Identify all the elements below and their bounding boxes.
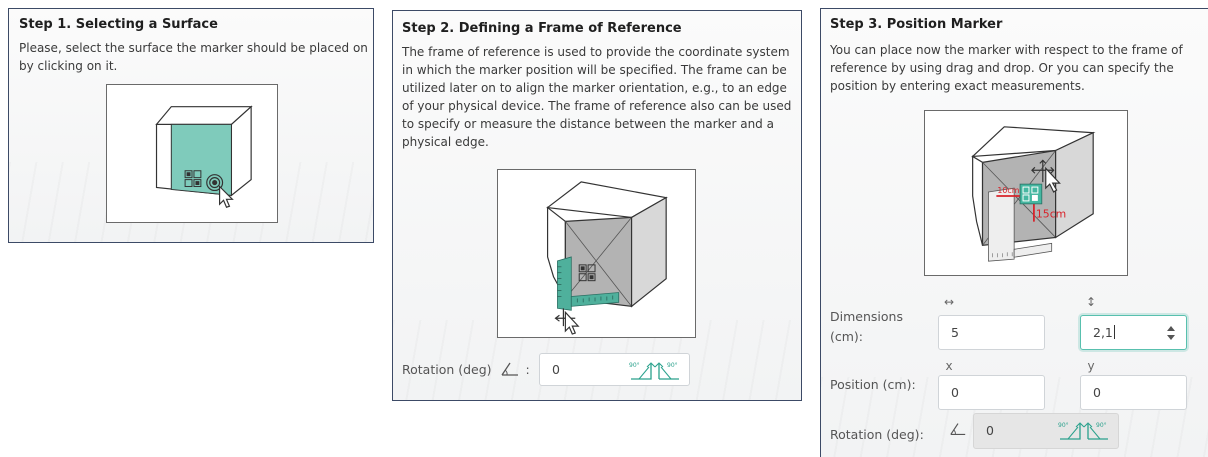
rotation-label: Rotation (deg): — [830, 427, 924, 442]
step2-illustration — [497, 169, 696, 338]
position-marker-illustration: 10cm 15cm — [971, 126, 1096, 262]
rotate-left-90-icon[interactable]: 90° — [629, 362, 656, 380]
rotation-value: 0 — [552, 362, 560, 377]
position-x-label: x — [945, 359, 953, 373]
height-symbol: ↕ — [1085, 295, 1097, 309]
dimension-height-input[interactable]: 2,1 — [1080, 315, 1187, 350]
spinner-arrows-icon[interactable] — [1166, 325, 1176, 341]
position-x-input[interactable]: 0 — [938, 375, 1045, 410]
ruler-icon — [988, 187, 1015, 262]
step1-description: Please, select the surface the marker sh… — [19, 41, 368, 73]
rotation-label: Rotation (deg) : — [402, 362, 530, 377]
step2-title: Step 2. Defining a Frame of Reference — [402, 21, 682, 36]
text-caret — [1113, 325, 1115, 339]
step1-illustration — [106, 84, 278, 223]
selected-surface-illustration — [155, 105, 253, 208]
step3-title: Step 3. Position Marker — [830, 17, 1003, 32]
step3-illustration: 10cm 15cm — [924, 110, 1128, 276]
rotate-buttons: 90° 90° — [1058, 422, 1108, 440]
mouse-cursor-icon — [564, 310, 580, 335]
step1-title: Step 1. Selecting a Surface — [19, 17, 218, 32]
position-y-label: y — [1087, 359, 1095, 373]
svg-text:90°: 90° — [1058, 422, 1069, 429]
vertical-measure-label: 15cm — [1036, 208, 1066, 221]
dimensions-label: Dimensions (cm): — [830, 309, 903, 344]
angle-icon — [950, 423, 966, 435]
rotate-right-90-icon: 90° — [1083, 422, 1108, 440]
position-y-input[interactable]: 0 — [1080, 375, 1187, 410]
width-symbol: ↔ — [943, 295, 955, 309]
svg-text:90°: 90° — [629, 362, 640, 369]
rotate-left-90-icon: 90° — [1058, 422, 1085, 440]
rotation-input[interactable]: 0 90° 90° — [539, 353, 690, 386]
step2-panel: Step 2. Defining a Frame of Reference Th… — [392, 10, 802, 401]
step3-panel: Step 3. Position Marker You can place no… — [820, 8, 1208, 457]
step1-panel: Step 1. Selecting a Surface Please, sele… — [8, 8, 374, 243]
step3-description: You can place now the marker with respec… — [830, 43, 1183, 93]
position-label: Position (cm): — [830, 377, 916, 392]
rotation-input: 0 90° 90° — [973, 413, 1119, 449]
svg-text:90°: 90° — [1096, 422, 1107, 429]
qr-marker-icon — [1019, 183, 1043, 205]
rotate-buttons: 90° 90° — [629, 362, 679, 380]
dimension-width-input[interactable]: 5 — [938, 315, 1045, 350]
horizontal-measure-label: 10cm — [997, 186, 1019, 195]
svg-text:90°: 90° — [667, 362, 678, 369]
rotate-right-90-icon[interactable]: 90° — [654, 362, 679, 380]
angle-icon — [501, 362, 518, 376]
step2-description: The frame of reference is used to provid… — [402, 45, 792, 149]
frame-of-reference-illustration — [546, 181, 668, 335]
